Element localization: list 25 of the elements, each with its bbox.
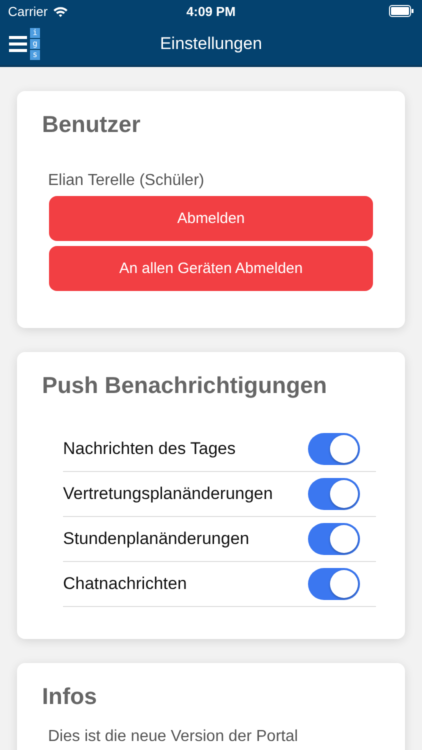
toggle-switch[interactable] xyxy=(308,523,360,555)
toggle-switch[interactable] xyxy=(308,433,360,465)
logo-tile: s xyxy=(30,50,40,60)
page-title: Einstellungen xyxy=(160,34,262,52)
section-title: Benutzer xyxy=(42,111,142,138)
info-text: Dies ist die neue Version der Portal xyxy=(48,728,299,746)
logo-tile: i xyxy=(30,28,40,38)
battery-icon xyxy=(388,5,414,17)
section-title: Push Benachrichtigungen xyxy=(42,372,328,399)
menu-icon xyxy=(9,36,27,52)
setting-label: Chatnachrichten xyxy=(63,574,187,594)
logo-tile: g xyxy=(30,38,40,48)
toggle-switch[interactable] xyxy=(308,568,360,600)
logout-button[interactable]: An allen Geräten Abmelden xyxy=(49,246,373,291)
user-name: Elian Terelle (Schüler) xyxy=(48,172,206,190)
setting-label: Vertretungsplanänderungen xyxy=(63,484,273,504)
logout-button[interactable]: Abmelden xyxy=(49,196,373,241)
clock: 4:09 PM xyxy=(185,4,237,18)
toggle-switch[interactable] xyxy=(308,478,360,510)
menu-button[interactable]: i g s xyxy=(9,28,40,60)
setting-label: Stundenplanänderungen xyxy=(63,529,250,549)
setting-label: Nachrichten des Tages xyxy=(63,439,236,459)
wifi-icon xyxy=(52,6,68,16)
section-title: Infos xyxy=(42,683,98,710)
carrier-label: Carrier xyxy=(8,4,48,18)
